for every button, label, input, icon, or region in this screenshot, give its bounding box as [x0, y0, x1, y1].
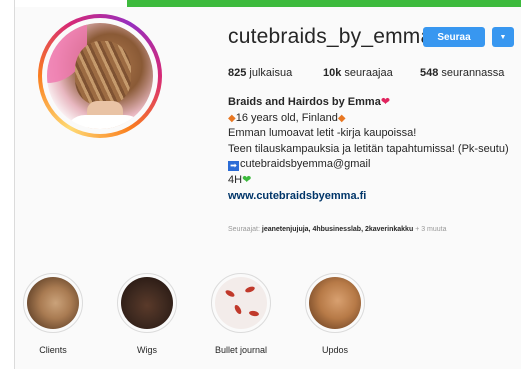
orange-diamond-icon: ◆	[337, 112, 346, 124]
followed-by-prefix: Seuraajat:	[228, 226, 260, 233]
bio: Braids and Hairdos by Emma❤ ◆16 years ol…	[228, 95, 509, 204]
highlight-thumb	[27, 277, 79, 329]
chevron-down-icon[interactable]: ▼	[492, 27, 514, 47]
highlight-thumb	[215, 277, 267, 329]
posts-count: 825	[228, 67, 247, 79]
followers-stat[interactable]: 10k seuraajaa	[323, 67, 393, 79]
posts-label: julkaisua	[249, 67, 293, 79]
followers-count: 10k	[323, 67, 342, 79]
website-link[interactable]: www.cutebraidsbyemma.fi	[228, 190, 366, 202]
bio-line-email: cutebraidsbyemma@gmail	[240, 158, 371, 171]
following-stat[interactable]: 548 seurannassa	[420, 67, 504, 79]
highlight-ring	[305, 273, 365, 333]
orange-diamond-icon: ◆	[228, 112, 236, 124]
following-count: 548	[420, 67, 439, 79]
avatar-braids	[75, 41, 131, 105]
highlight-thumb	[121, 277, 173, 329]
followed-by[interactable]: Seuraajat: jeanetenjujuja, 4hbusinesslab…	[228, 226, 447, 233]
leaf-decoration	[224, 288, 236, 299]
bio-line-services: Teen tilauskampauksia ja letitän tapahtu…	[228, 142, 509, 155]
leaf-decoration	[244, 285, 256, 294]
top-green-bar	[127, 0, 521, 7]
highlight-wigs[interactable]: Wigs	[117, 273, 177, 355]
avatar[interactable]	[38, 14, 162, 138]
username: cutebraids_by_emma	[228, 25, 433, 48]
instagram-profile-page: cutebraids_by_emma Seuraa ▼ 825 julkaisu…	[0, 0, 521, 369]
highlight-bullet-journal[interactable]: Bullet journal	[211, 273, 271, 355]
highlight-label: Wigs	[137, 345, 157, 355]
highlight-label: Bullet journal	[214, 345, 268, 355]
highlight-label: Clients	[39, 345, 67, 355]
followers-label: seuraajaa	[344, 67, 393, 79]
leaf-decoration	[248, 310, 260, 317]
bio-line-book: Emman lumoavat letit -kirja kaupoissa!	[228, 127, 417, 140]
leaf-decoration	[233, 303, 243, 316]
highlight-clients[interactable]: Clients	[23, 273, 83, 355]
followed-by-more: + 3 muuta	[415, 226, 447, 233]
follow-button[interactable]: Seuraa	[423, 27, 485, 47]
avatar-photo	[47, 23, 153, 129]
highlight-thumb	[309, 277, 361, 329]
highlight-label: Updos	[321, 345, 348, 355]
bio-name: Braids and Hairdos by Emma	[228, 96, 381, 108]
highlight-ring	[211, 273, 271, 333]
avatar-shirt	[65, 115, 145, 129]
arrow-right-icon: ➡	[228, 161, 239, 172]
posts-stat[interactable]: 825 julkaisua	[228, 67, 292, 79]
bio-line-4h: 4H	[228, 173, 243, 186]
highlight-ring	[117, 273, 177, 333]
followed-by-names: jeanetenjujuja, 4hbusinesslab, 2kaverink…	[261, 226, 414, 233]
bio-line-age: 16 years old, Finland	[235, 111, 338, 124]
green-heart-icon: ❤	[242, 173, 252, 186]
highlight-updos[interactable]: Updos	[305, 273, 365, 355]
highlight-ring	[23, 273, 83, 333]
red-heart-icon: ❤	[380, 96, 391, 108]
following-label: seurannassa	[441, 67, 505, 79]
